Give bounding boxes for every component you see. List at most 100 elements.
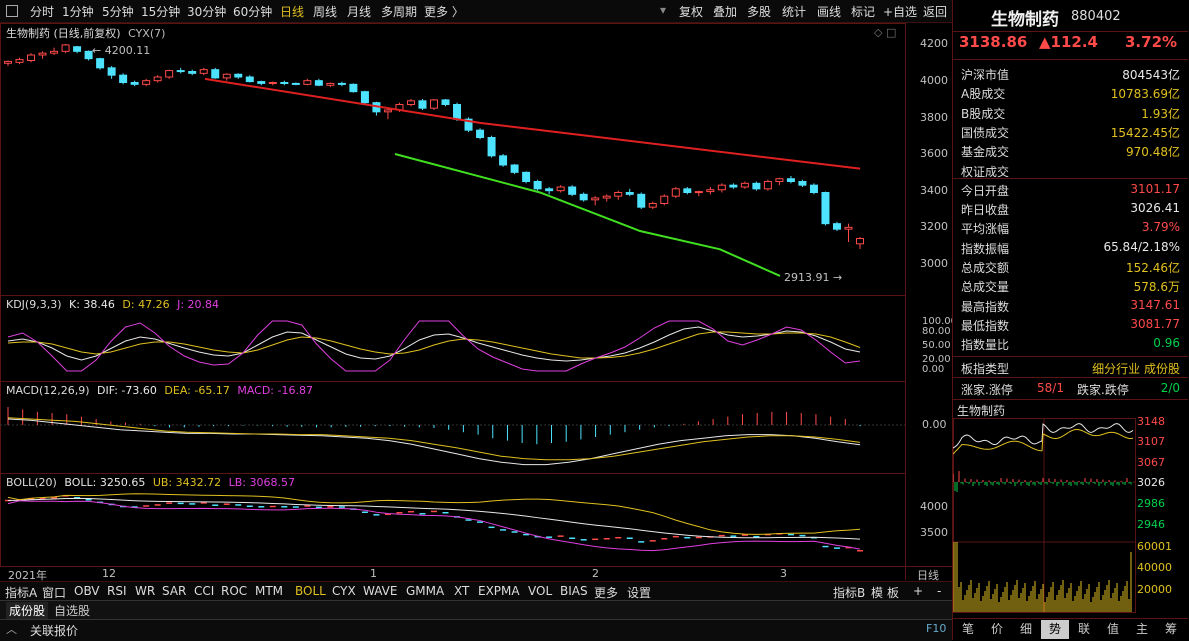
indicator-tab-4[interactable]: WR [135,584,155,598]
detail-tab-1[interactable]: 价 [983,620,1011,639]
period-tab-monthly[interactable]: 月线 [347,3,371,20]
indicator-tab-3[interactable]: RSI [107,584,127,598]
kdj-j-value: J: 20.84 [177,298,220,311]
candle-body [199,69,208,74]
detail-tab-0[interactable]: 笔 [954,620,982,639]
candle-body [234,73,243,78]
quote-row-label: 最低指数 [961,318,1010,333]
y-tick: 3800 [920,111,948,124]
indicator-tab-12[interactable]: GMMA [406,584,444,598]
layout-toggle-icon[interactable] [6,5,18,17]
indicator-tab-13[interactable]: XT [454,584,469,598]
add-pane-button[interactable]: + [913,584,923,598]
indicator-tab-15[interactable]: VOL [528,584,552,598]
low-price-label: 2913.91 → [784,271,843,284]
chevron-down-icon[interactable]: ▾ [660,3,666,17]
detail-tab-3[interactable]: 势 [1041,620,1069,639]
statistics-button[interactable]: 统计 [782,3,806,20]
candle-body [406,100,415,106]
period-tab-15min[interactable]: 15分钟 [141,3,180,20]
period-toolbar: 分时 1分钟 5分钟 15分钟 30分钟 60分钟 日线 周线 月线 多周期 更… [0,0,952,23]
candle-body [291,82,300,85]
period-tab-intraday[interactable]: 分时 [30,3,54,20]
indicator-tab-2[interactable]: OBV [74,584,100,598]
quote-row-value: 10783.69亿 [1110,87,1180,102]
candle-body [303,80,312,85]
period-tab-60min[interactable]: 60分钟 [233,3,272,20]
stock-name: 生物制药 [991,10,1059,30]
kdj-y-tick: 0.00 [922,364,945,375]
quote-row: 国债成交 15422.45亿 [953,122,1188,140]
quote-row-value: 3026.41 [1130,201,1180,216]
quote-row-value: 1.93亿 [1141,106,1180,121]
indicator-b-tab[interactable]: 指标B [833,584,865,601]
detail-tab-7[interactable]: 筹 [1157,620,1185,639]
indicator-tab-7[interactable]: ROC [221,584,247,598]
detail-tab-2[interactable]: 细 [1012,620,1040,639]
collapse-icon[interactable]: ︿ [6,621,17,637]
sector-type-value[interactable]: 细分行业 成份股 [1092,360,1180,377]
divider [953,31,1188,32]
candle-body [27,54,36,61]
indicator-tab-14[interactable]: EXPMA [478,584,520,598]
period-tab-multi[interactable]: 多周期 [381,3,417,20]
indicator-tab-18[interactable]: 设置 [627,584,651,601]
quote-row-label: 昨日收盘 [961,203,1010,218]
watchlist-tab[interactable]: 自选股 [54,602,90,619]
quote-row-value: 578.6万 [1133,280,1180,295]
detail-tab-4[interactable]: 联 [1070,620,1098,639]
low-price-value: 2913.91 [784,271,830,284]
period-tab-5min[interactable]: 5分钟 [102,3,134,20]
indicator-tab-8[interactable]: MTM [255,584,283,598]
remove-pane-button[interactable]: - [937,584,941,598]
constituents-tab[interactable]: 成份股 [6,602,49,619]
quote-row: 昨日收盘 3026.41 [953,199,1188,217]
macd-dea-value: DEA: -65.17 [164,384,230,397]
indicator-tab-6[interactable]: CCI [194,584,214,598]
quote-panel: 生物制药 880402 3138.86 ▲112.4 3.72% 沪深市值 804… [952,0,1189,640]
macd-dea-line [7,417,861,461]
period-tab-1min[interactable]: 1分钟 [62,3,94,20]
f10-button[interactable]: F10 [926,622,946,635]
adjust-button[interactable]: 复权 [679,3,703,20]
related-quote-label[interactable]: 关联报价 [30,622,78,639]
overlay-button[interactable]: 叠加 [713,3,737,20]
period-tab-30min[interactable]: 30分钟 [187,3,226,20]
draw-line-button[interactable]: 画线 [817,3,841,20]
macd-legend: MACD(12,26,9) DIF: -73.60 DEA: -65.17 MA… [6,384,313,397]
indicator-tab-9[interactable]: BOLL [295,584,326,598]
indicator-tab-10[interactable]: CYX [332,584,356,598]
indicator-tab-0[interactable]: 指标A [5,584,37,601]
detail-tab-5[interactable]: 值 [1099,620,1127,639]
advancers-value: 58/1 [1037,381,1064,395]
indicator-tab-17[interactable]: 更多 [594,584,618,601]
candle-body [38,52,47,56]
mark-button[interactable]: 标记 [851,3,875,20]
candle-body [50,50,59,54]
detail-tab-6[interactable]: 主 [1128,620,1156,639]
cyx-upper-line [204,77,861,170]
period-tab-more[interactable]: 更多 〉 [424,3,464,20]
period-tab-daily[interactable]: 日线 [280,3,304,20]
indicator-tab-1[interactable]: 窗口 [42,584,66,601]
mini-y-tick: 3148 [1137,415,1165,428]
sector-type-row: 板指类型 细分行业 成份股 [953,358,1188,376]
candle-body [591,197,600,201]
back-button[interactable]: 返回 [923,3,947,20]
quote-row: 基金成交 970.48亿 [953,141,1188,159]
template-tab[interactable]: 模 [871,584,883,601]
candle-body [15,59,24,63]
pane-toggle-icon[interactable]: ◇ □ [874,26,896,39]
board-tab[interactable]: 板 [887,584,899,601]
add-favorite-button[interactable]: +自选 [883,3,917,20]
indicator-name: CYX(7) [128,27,166,40]
period-tab-weekly[interactable]: 周线 [313,3,337,20]
indicator-tab-11[interactable]: WAVE [363,584,397,598]
indicator-tab-16[interactable]: BIAS [560,584,588,598]
boll-legend: BOLL(20) BOLL: 3250.65 UB: 3432.72 LB: 3… [6,476,295,489]
candle-body [96,58,105,69]
kdj-label: KDJ(9,3,3) [6,298,62,311]
multi-stock-button[interactable]: 多股 [747,3,771,20]
indicator-tab-5[interactable]: SAR [162,584,186,598]
sector-type-label: 板指类型 [961,362,1010,376]
